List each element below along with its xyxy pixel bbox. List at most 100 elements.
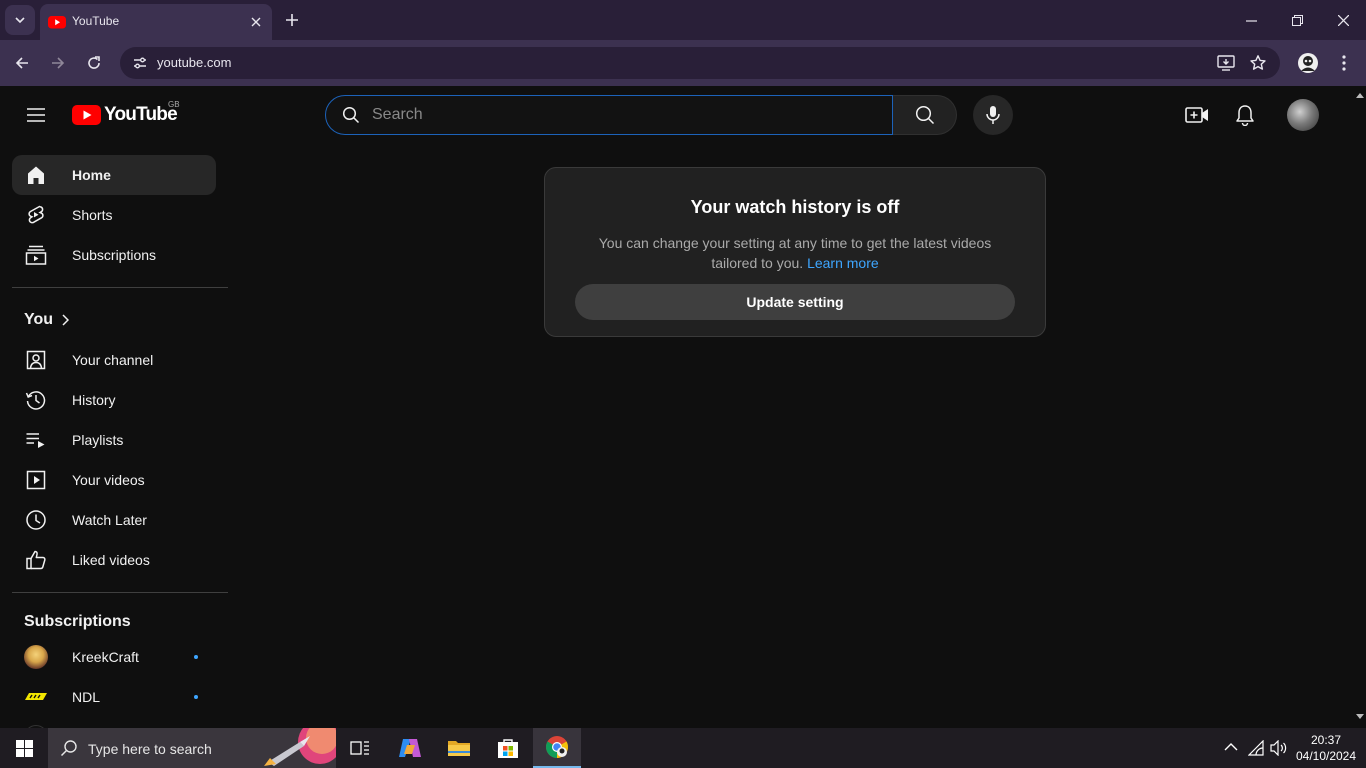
youtube-play-logo-icon (72, 105, 101, 125)
shorts-icon (28, 205, 44, 224)
arrow-right-icon (52, 57, 65, 69)
new-content-dot (194, 695, 198, 699)
volume-icon[interactable] (1270, 740, 1288, 756)
sidebar-you-header[interactable]: You (24, 311, 70, 329)
back-button[interactable] (8, 49, 36, 77)
create-video-icon (1185, 107, 1208, 123)
sidebar-item-home[interactable]: Home (12, 155, 216, 195)
playlists-icon (26, 433, 45, 448)
windows-taskbar: Type here to search 20:37 04/10/2024 (0, 728, 1366, 768)
taskbar-search-box[interactable]: Type here to search (48, 728, 336, 768)
search-highlight-illustration (260, 728, 336, 768)
subscriptions-icon (25, 245, 47, 265)
sidebar-item-label: Home (72, 167, 111, 183)
chrome-icon (546, 736, 568, 758)
bookmark-button[interactable] (1244, 49, 1272, 77)
sidebar-item-history[interactable]: History (12, 380, 216, 420)
close-tab-icon[interactable] (246, 12, 266, 32)
sidebar-item-label: Liked videos (72, 552, 150, 568)
watch-history-off-card: Your watch history is off You can change… (544, 167, 1046, 337)
folder-icon (448, 741, 470, 756)
url-text: youtube.com (157, 55, 232, 70)
search-icon (60, 740, 77, 757)
windows-logo-icon (15, 739, 33, 757)
scroll-down-arrow-icon[interactable] (1356, 714, 1364, 720)
youtube-logo[interactable]: YouTube GB (72, 100, 180, 126)
search-box[interactable] (325, 95, 893, 135)
show-hidden-icons-icon[interactable] (1224, 742, 1238, 752)
notifications-button[interactable] (1225, 95, 1265, 135)
sidebar-item-label: History (72, 392, 116, 408)
profile-button[interactable] (1294, 49, 1322, 77)
clock-time: 20:37 (1310, 733, 1342, 747)
search-input[interactable] (372, 102, 872, 128)
guide-sidebar: Home Shorts Subscriptions You Your chann… (0, 144, 240, 728)
channel-name: NDL (72, 689, 101, 705)
copilot-icon (399, 739, 421, 757)
new-tab-button[interactable] (280, 8, 304, 32)
profile-avatar-icon (1298, 53, 1318, 73)
scroll-up-arrow-icon[interactable] (1356, 92, 1364, 98)
browser-tab[interactable]: YouTube (40, 4, 272, 40)
install-app-button[interactable] (1212, 49, 1240, 77)
sidebar-item-your-channel[interactable]: Your channel (12, 340, 216, 380)
sidebar-item-label: Watch Later (72, 512, 147, 528)
subscriptions-header-label: Subscriptions (24, 613, 131, 630)
search-button[interactable] (893, 95, 957, 135)
microsoft-store-button[interactable] (484, 728, 532, 768)
reload-button[interactable] (80, 49, 108, 77)
restore-button[interactable] (1277, 4, 1317, 36)
arrow-left-icon (15, 57, 28, 69)
copilot-button[interactable] (386, 728, 434, 768)
taskbar-clock[interactable]: 20:37 04/10/2024 (1290, 732, 1362, 764)
browser-menu-button[interactable] (1330, 49, 1358, 77)
forward-button[interactable] (44, 49, 72, 77)
learn-more-link[interactable]: Learn more (807, 255, 879, 271)
hamburger-menu-icon (27, 108, 45, 122)
tab-search-button[interactable] (5, 5, 35, 35)
tab-title: YouTube (72, 14, 120, 28)
create-button[interactable] (1177, 95, 1217, 135)
subscription-item-ndl[interactable]: NDL (12, 677, 216, 717)
channel-name: KreekCraft (72, 649, 139, 665)
sidebar-item-playlists[interactable]: Playlists (12, 420, 216, 460)
chevron-right-icon (62, 314, 70, 326)
home-icon (28, 166, 44, 184)
restore-icon (1291, 14, 1303, 26)
sidebar-item-watch-later[interactable]: Watch Later (12, 500, 216, 540)
address-bar[interactable]: youtube.com (120, 47, 1280, 79)
card-body: You can change your setting at any time … (585, 233, 1005, 273)
sidebar-item-your-videos[interactable]: Your videos (12, 460, 216, 500)
chrome-taskbar-button[interactable] (533, 728, 581, 768)
site-settings-icon[interactable] (128, 51, 152, 75)
close-window-button[interactable] (1323, 4, 1363, 36)
your-videos-icon (26, 470, 46, 490)
sidebar-item-label: Playlists (72, 432, 124, 448)
sidebar-item-liked-videos[interactable]: Liked videos (12, 540, 216, 580)
install-app-icon (1217, 55, 1235, 71)
search-icon (915, 105, 934, 125)
start-button[interactable] (0, 728, 48, 768)
browser-toolbar: youtube.com (0, 40, 1366, 86)
bell-icon (1236, 105, 1254, 126)
task-view-icon (350, 741, 369, 755)
network-icon[interactable] (1248, 740, 1264, 756)
browser-tab-bar: YouTube (0, 0, 1366, 40)
guide-menu-button[interactable] (16, 95, 56, 135)
sidebar-item-label: Shorts (72, 207, 113, 223)
store-icon (498, 739, 518, 758)
subscription-item-partial[interactable] (12, 717, 216, 728)
subscription-item-kreekcraft[interactable]: KreekCraft (12, 637, 216, 677)
sidebar-divider (12, 592, 228, 593)
update-setting-button[interactable]: Update setting (575, 284, 1015, 320)
task-view-button[interactable] (336, 728, 384, 768)
sidebar-item-shorts[interactable]: Shorts (12, 195, 216, 235)
voice-search-button[interactable] (973, 95, 1013, 135)
card-body-text: You can change your setting at any time … (598, 235, 992, 271)
close-icon (1337, 14, 1349, 26)
file-explorer-button[interactable] (435, 728, 483, 768)
sidebar-item-subscriptions[interactable]: Subscriptions (12, 235, 216, 275)
channel-avatar (24, 685, 48, 709)
account-avatar[interactable] (1287, 99, 1319, 131)
minimize-button[interactable] (1231, 4, 1271, 36)
